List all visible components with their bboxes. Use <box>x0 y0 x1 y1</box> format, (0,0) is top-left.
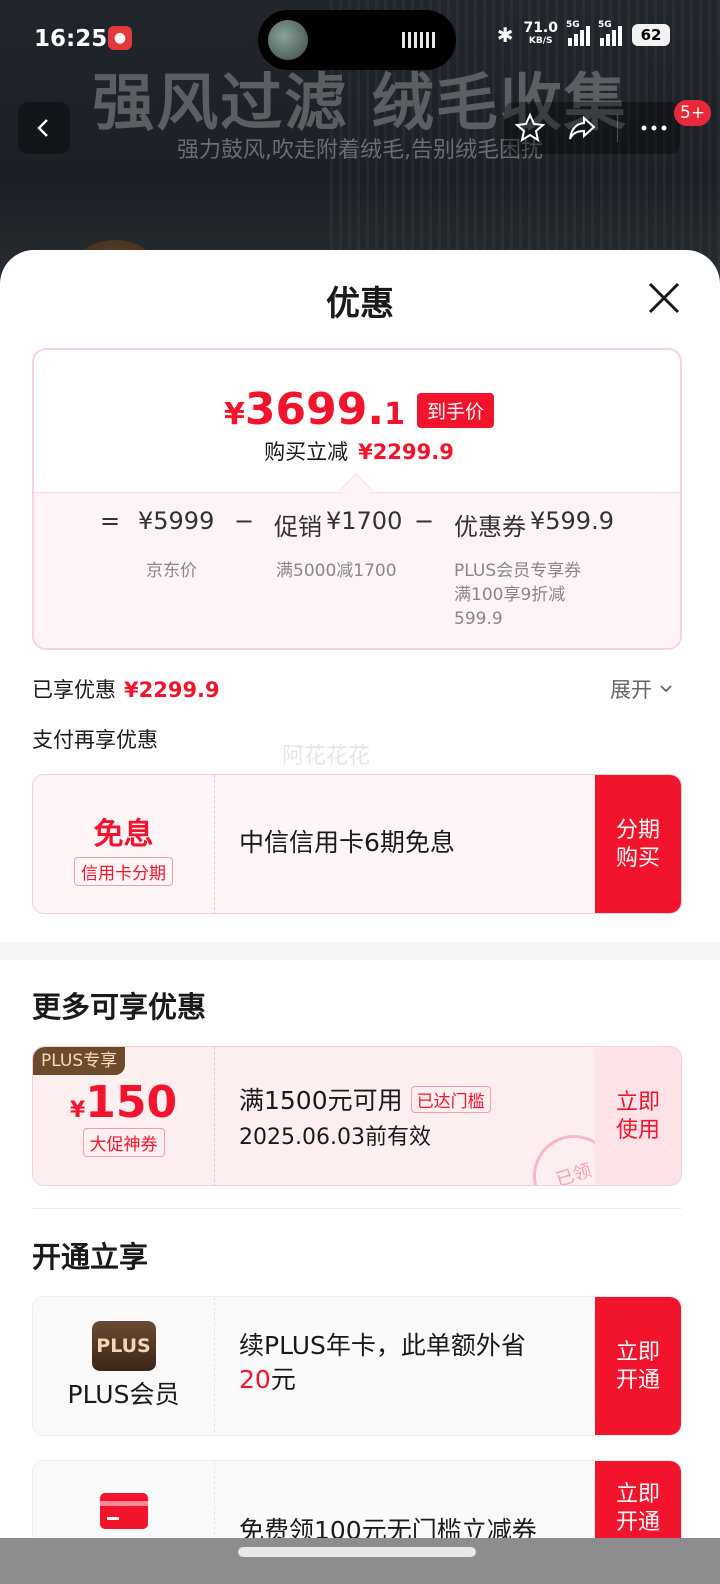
bluetooth-icon: ✱ <box>496 23 514 47</box>
coupon-desc: PLUS会员专享券 满100享9折减 599.9 <box>454 561 582 629</box>
message-count-badge: 5+ <box>674 100 712 126</box>
final-price: ¥ 3699. 1 到手价 <box>34 384 680 435</box>
reduction-line: 购买立减 ¥2299.9 <box>264 440 454 464</box>
status-bar: 16:25 ● ✱ 71.0 KB/S 5G 5G 62 <box>0 0 720 80</box>
share-icon[interactable] <box>566 112 598 144</box>
status-time: 16:25 <box>34 26 108 52</box>
promo-desc: 满5000减1700 <box>276 561 397 581</box>
coupon-label: 优惠券 <box>454 513 526 541</box>
signal-icon: 5G <box>566 20 590 46</box>
discount-sheet: 优惠 ¥ 3699. 1 到手价 购买立减 ¥2299.9 = ¥5999 − 促… <box>0 250 720 1584</box>
plus-exclusive-tag: PLUS专享 <box>33 1047 126 1075</box>
plus-member-card[interactable]: PLUS PLUS会员 续PLUS年卡，此单额外省 20元 立即 开通 <box>32 1296 682 1436</box>
credit-card-icon <box>99 1493 148 1529</box>
more-icon[interactable] <box>638 112 670 144</box>
chevron-down-icon <box>660 685 672 693</box>
use-coupon-button[interactable]: 立即 使用 <box>595 1047 681 1185</box>
signal-icon-2: 5G <box>598 20 622 46</box>
plus-logo-icon: PLUS <box>91 1321 156 1371</box>
installment-desc: 中信信用卡6期免息 <box>239 828 455 857</box>
plus-member-badge: PLUS PLUS会员 <box>33 1297 215 1435</box>
installment-offer-card[interactable]: 免息 信用卡分期 中信信用卡6期免息 分期 购买 <box>32 774 682 914</box>
battery-indicator: 62 <box>632 24 670 46</box>
divider <box>32 1208 682 1209</box>
dynamic-island <box>258 10 456 70</box>
jd-price: ¥5999 <box>138 507 215 535</box>
audio-wave-icon <box>402 32 438 48</box>
breakdown-row: = ¥5999 − 促销 ¥1700 − 优惠券 ¥599.9 <box>100 507 614 541</box>
enjoyed-discount: 已享优惠 ¥2299.9 <box>32 678 220 702</box>
section-separator <box>0 942 720 960</box>
coupon-value-area: PLUS专享 ¥150 大促神券 <box>33 1047 215 1185</box>
activate-plus-button[interactable]: 立即 开通 <box>595 1297 681 1435</box>
price-breakdown: = ¥5999 − 促销 ¥1700 − 优惠券 ¥599.9 京东价 满500… <box>34 492 680 648</box>
jd-app-notification-icon: ● <box>108 26 132 50</box>
watermark: 阿花花花 <box>282 744 371 769</box>
threshold-reached-tag: 已达门槛 <box>410 1085 491 1113</box>
favorite-star-icon[interactable] <box>514 112 546 144</box>
close-icon[interactable] <box>642 276 686 320</box>
gesture-bar-background <box>0 1538 720 1584</box>
coupon-value: ¥599.9 <box>530 507 614 535</box>
price-summary-card: ¥ 3699. 1 到手价 购买立减 ¥2299.9 = ¥5999 − 促销 ¥… <box>32 348 682 650</box>
plus-member-desc: 续PLUS年卡，此单额外省 20元 <box>239 1331 526 1394</box>
activate-offers-title: 开通立享 <box>32 1240 149 1274</box>
coupon-amount: ¥150 <box>69 1077 178 1128</box>
coupon-expiry: 2025.06.03前有效 <box>239 1125 431 1150</box>
divider <box>617 114 619 142</box>
expand-button[interactable]: 展开 <box>610 674 674 704</box>
promo-value: ¥1700 <box>326 507 403 535</box>
status-icons: ✱ 71.0 KB/S 5G 5G 62 <box>496 20 670 48</box>
final-price-area: ¥ 3699. 1 到手价 购买立减 ¥2299.9 <box>34 350 680 492</box>
network-speed: 71.0 KB/S <box>523 20 558 46</box>
music-avatar-icon <box>268 20 308 60</box>
product-actions <box>504 102 680 154</box>
final-price-tag: 到手价 <box>416 393 494 428</box>
chevron-left-icon <box>37 119 48 137</box>
promo-label: 促销 <box>274 513 322 541</box>
more-offers-title: 更多可享优惠 <box>32 990 207 1024</box>
payment-offers-label: 支付再享优惠 <box>32 728 158 752</box>
installment-badge: 免息 信用卡分期 <box>33 775 215 913</box>
coupon-card[interactable]: PLUS专享 ¥150 大促神券 满1500元可用 已达门槛 2025.06.0… <box>32 1046 682 1186</box>
home-indicator[interactable] <box>238 1547 476 1557</box>
sheet-title: 优惠 <box>326 284 394 324</box>
installment-buy-button[interactable]: 分期 购买 <box>595 775 681 913</box>
back-button[interactable] <box>18 102 70 154</box>
jd-price-desc: 京东价 <box>146 561 197 581</box>
